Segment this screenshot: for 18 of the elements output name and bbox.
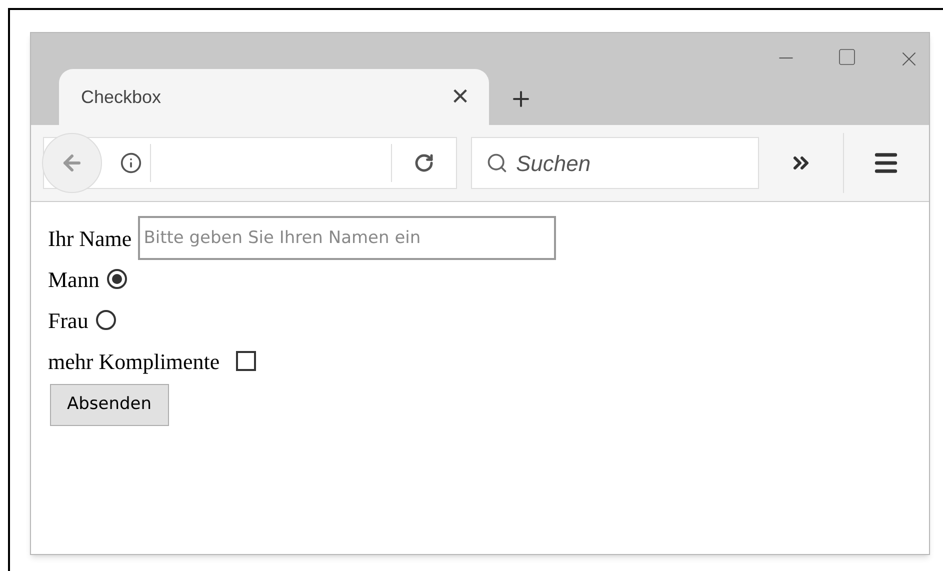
search-icon — [486, 152, 508, 174]
field-label: Ihr Name — [48, 224, 132, 252]
field-label: Frau — [48, 306, 88, 334]
field-label: Mann — [48, 266, 100, 294]
tab-title: Checkbox — [81, 86, 162, 108]
search-placeholder: Suchen — [516, 150, 591, 178]
reload-icon[interactable] — [414, 153, 434, 173]
submit-button[interactable]: Absenden — [50, 384, 169, 426]
search-field[interactable]: Suchen — [471, 137, 759, 189]
browser-tab[interactable]: Checkbox × — [59, 69, 489, 125]
radio-button[interactable] — [107, 269, 128, 289]
field-label: mehr Komplimente — [48, 348, 220, 376]
info-icon[interactable] — [120, 152, 142, 174]
maximize-icon[interactable] — [837, 47, 857, 67]
name-field[interactable]: Bitte geben Sie Ihren Namen ein — [138, 216, 556, 260]
radio-button[interactable] — [96, 310, 116, 330]
tab-close-button[interactable]: × — [451, 82, 469, 112]
checkbox[interactable] — [236, 351, 256, 371]
